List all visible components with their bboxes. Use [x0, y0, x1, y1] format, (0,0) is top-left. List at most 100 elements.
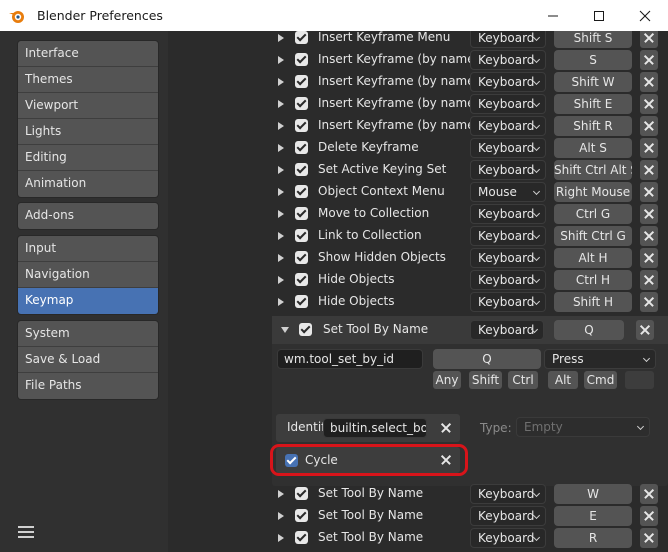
active-checkbox[interactable] [295, 141, 308, 154]
sidebar-item-input[interactable]: Input [18, 236, 158, 262]
key-binding-button[interactable]: R [554, 528, 632, 548]
remove-item-button[interactable] [640, 31, 658, 48]
remove-item-button[interactable] [636, 320, 654, 340]
input-type-dropdown[interactable]: Keyboard [470, 160, 546, 180]
sidebar-item-interface[interactable]: Interface [18, 41, 158, 67]
key-binding-button[interactable]: Shift Ctrl Alt S [554, 160, 632, 180]
remove-item-button[interactable] [640, 226, 658, 246]
expand-triangle-icon[interactable] [278, 276, 284, 284]
expand-triangle-icon[interactable] [278, 254, 284, 262]
key-binding-button[interactable]: Shift H [554, 292, 632, 312]
expand-triangle-icon[interactable] [278, 490, 284, 498]
type-dropdown[interactable]: Empty [516, 417, 650, 437]
modifier-shift-button[interactable]: Shift [469, 371, 502, 389]
remove-item-button[interactable] [640, 182, 658, 202]
key-binding-button[interactable]: Ctrl G [554, 204, 632, 224]
expand-triangle-icon[interactable] [278, 534, 284, 542]
remove-item-button[interactable] [640, 160, 658, 180]
input-type-dropdown[interactable]: Keyboard [470, 484, 546, 504]
sidebar-item-animation[interactable]: Animation [18, 171, 158, 197]
input-type-dropdown[interactable]: Keyboard [470, 116, 546, 136]
expand-triangle-icon[interactable] [278, 232, 284, 240]
expand-triangle-icon[interactable] [278, 188, 284, 196]
remove-item-button[interactable] [640, 484, 658, 504]
active-checkbox[interactable] [295, 229, 308, 242]
active-checkbox[interactable] [295, 487, 308, 500]
active-checkbox[interactable] [295, 185, 308, 198]
input-type-dropdown[interactable]: Keyboard [470, 226, 546, 246]
input-type-dropdown[interactable]: Keyboard [470, 50, 546, 70]
active-checkbox[interactable] [295, 531, 308, 544]
active-checkbox[interactable] [295, 53, 308, 66]
sidebar-item-add-ons[interactable]: Add-ons [18, 203, 158, 229]
identifier-field[interactable]: builtin.select_box [323, 418, 427, 438]
key-binding-button[interactable]: Shift W [554, 72, 632, 92]
remove-item-button[interactable] [640, 72, 658, 92]
active-checkbox[interactable] [295, 295, 308, 308]
expand-triangle-icon[interactable] [278, 210, 284, 218]
hamburger-menu-icon[interactable] [18, 526, 34, 540]
active-checkbox[interactable] [295, 509, 308, 522]
modifier-cmd-button[interactable]: Cmd [584, 371, 617, 389]
key-binding-button[interactable]: Right Mouse [554, 182, 632, 202]
clear-cycle-icon[interactable] [439, 453, 453, 467]
operator-id-field[interactable]: wm.tool_set_by_id [277, 349, 423, 369]
sidebar-item-save-load[interactable]: Save & Load [18, 347, 158, 373]
active-checkbox[interactable] [295, 273, 308, 286]
remove-item-button[interactable] [640, 50, 658, 70]
key-binding-button[interactable]: Alt H [554, 248, 632, 268]
key-binding-button[interactable]: Shift S [554, 31, 632, 48]
input-type-dropdown[interactable]: Keyboard [470, 506, 546, 526]
sidebar-item-navigation[interactable]: Navigation [18, 262, 158, 288]
input-type-dropdown[interactable]: Mouse [470, 182, 546, 202]
input-type-dropdown[interactable]: Keyboard [470, 270, 546, 290]
active-checkbox[interactable] [295, 119, 308, 132]
key-binding-button[interactable]: Ctrl H [554, 270, 632, 290]
remove-item-button[interactable] [640, 94, 658, 114]
expand-triangle-icon[interactable] [278, 56, 284, 64]
sidebar-item-viewport[interactable]: Viewport [18, 93, 158, 119]
expand-triangle-icon[interactable] [278, 100, 284, 108]
active-checkbox[interactable] [295, 163, 308, 176]
key-binding-button[interactable]: Shift Ctrl G [554, 226, 632, 246]
modifier-ctrl-button[interactable]: Ctrl [508, 371, 538, 389]
expand-triangle-icon[interactable] [278, 122, 284, 130]
key-binding-button[interactable]: E [554, 506, 632, 526]
expand-triangle-icon[interactable] [278, 166, 284, 174]
remove-item-button[interactable] [640, 270, 658, 290]
input-type-dropdown[interactable]: Keyboard [470, 31, 546, 48]
key-binding-button[interactable]: Shift E [554, 94, 632, 114]
active-checkbox[interactable] [295, 207, 308, 220]
sidebar-item-editing[interactable]: Editing [18, 145, 158, 171]
sidebar-item-keymap[interactable]: Keymap [18, 288, 158, 314]
input-type-dropdown[interactable]: Keyboard [470, 204, 546, 224]
active-checkbox[interactable] [295, 251, 308, 264]
input-type-dropdown[interactable]: Keyboard [470, 320, 544, 340]
cycle-checkbox[interactable] [285, 454, 298, 467]
key-binding-button[interactable]: Q [554, 320, 624, 340]
key-binding-button[interactable]: S [554, 50, 632, 70]
remove-item-button[interactable] [640, 248, 658, 268]
maximize-button[interactable] [576, 0, 622, 31]
expand-triangle-icon[interactable] [278, 298, 284, 306]
remove-item-button[interactable] [640, 116, 658, 136]
input-type-dropdown[interactable]: Keyboard [470, 72, 546, 92]
collapse-triangle-icon[interactable] [281, 327, 289, 333]
modifier-key-button[interactable] [625, 371, 654, 389]
sidebar-item-system[interactable]: System [18, 321, 158, 347]
remove-item-button[interactable] [640, 292, 658, 312]
active-checkbox[interactable] [299, 323, 312, 336]
input-type-dropdown[interactable]: Keyboard [470, 528, 546, 548]
event-key-button[interactable]: Q [433, 349, 541, 369]
key-binding-button[interactable]: Alt S [554, 138, 632, 158]
remove-item-button[interactable] [640, 204, 658, 224]
sidebar-item-themes[interactable]: Themes [18, 67, 158, 93]
modifier-alt-button[interactable]: Alt [548, 371, 578, 389]
sidebar-item-lights[interactable]: Lights [18, 119, 158, 145]
expand-triangle-icon[interactable] [278, 144, 284, 152]
expand-triangle-icon[interactable] [278, 34, 284, 42]
input-type-dropdown[interactable]: Keyboard [470, 138, 546, 158]
active-checkbox[interactable] [295, 97, 308, 110]
modifier-any-button[interactable]: Any [433, 371, 461, 389]
remove-item-button[interactable] [640, 506, 658, 526]
